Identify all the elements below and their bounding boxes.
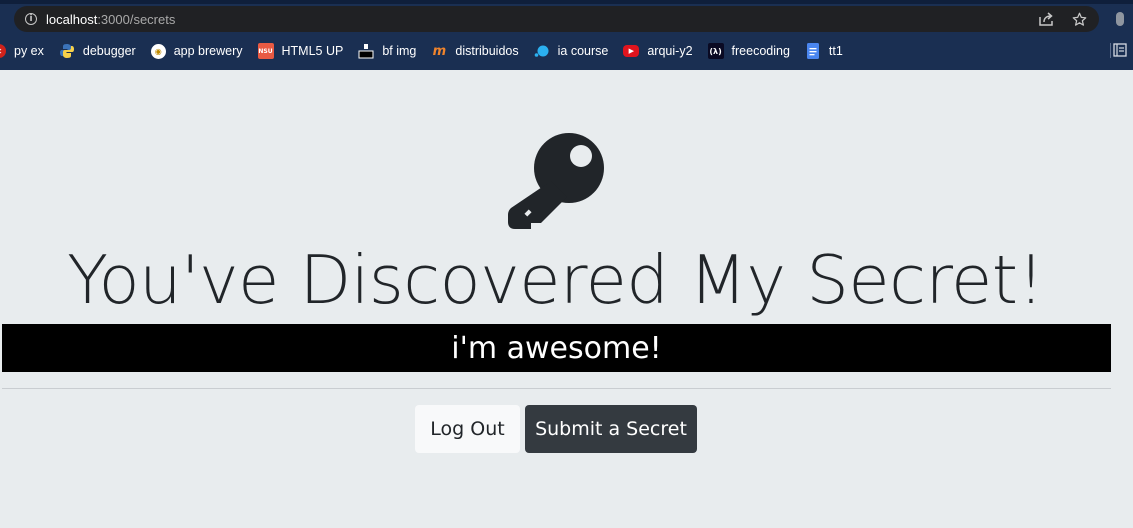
- bookmark-label: tt1: [828, 44, 843, 58]
- bookmark-debugger[interactable]: debugger: [59, 40, 136, 62]
- secret-text: i'm awesome!: [2, 324, 1111, 372]
- docs-icon: [805, 43, 821, 59]
- bookmark-distribuidos[interactable]: m distribuidos: [431, 40, 519, 62]
- bookmark-arqui-y2[interactable]: ▶ arqui-y2: [623, 40, 693, 62]
- bookmark-label: app brewery: [173, 44, 243, 58]
- bookmark-py-ex[interactable]: ✕ py ex: [0, 40, 44, 62]
- bookmarks-bar: ✕ py ex debugger ◉ app brewery NSU HTML5…: [0, 40, 1133, 62]
- freecodecamp-icon: (λ): [707, 43, 724, 59]
- submit-secret-button[interactable]: Submit a Secret: [525, 405, 697, 453]
- dots-icon: [534, 43, 550, 59]
- logout-button[interactable]: Log Out: [415, 405, 520, 453]
- bf-img-icon: [358, 43, 374, 59]
- url-host: localhost: [46, 11, 98, 27]
- reading-list-icon[interactable]: [1113, 43, 1127, 57]
- html5up-icon: NSU: [257, 43, 274, 59]
- page-content: You've Discovered My Secret! i'm awesome…: [0, 70, 1133, 528]
- bookmark-label: HTML5 UP: [281, 44, 344, 58]
- tab-strip-edge: [0, 0, 1133, 4]
- bookmark-label: freecoding: [731, 44, 790, 58]
- share-icon[interactable]: [1038, 11, 1054, 27]
- bookmark-label: py ex: [14, 44, 44, 58]
- bookmark-freecoding[interactable]: (λ) freecoding: [707, 40, 790, 62]
- bookmark-label: ia course: [557, 44, 609, 58]
- page-title: You've Discovered My Secret!: [67, 241, 1044, 319]
- bookmark-app-brewery[interactable]: ◉ app brewery: [150, 40, 243, 62]
- bookmark-label: debugger: [82, 44, 136, 58]
- address-bar-actions: [1038, 6, 1087, 32]
- browser-chrome: i localhost:3000/secrets ✕ py ex: [0, 0, 1133, 70]
- key-icon: [508, 133, 604, 229]
- bookmark-star-icon[interactable]: [1072, 12, 1087, 27]
- app-brewery-icon: ◉: [150, 43, 166, 59]
- youtube-icon: ▶: [623, 45, 640, 57]
- bookmark-label: distribuidos: [455, 44, 519, 58]
- bookmark-bf-img[interactable]: bf img: [358, 40, 416, 62]
- moodle-icon: m: [432, 43, 447, 59]
- bookmark-tt1[interactable]: tt1: [805, 40, 843, 62]
- bookmark-label: bf img: [382, 44, 417, 58]
- address-bar[interactable]: i localhost:3000/secrets: [14, 6, 1099, 32]
- red-x-icon: ✕: [0, 44, 6, 58]
- bookmark-html5-up[interactable]: NSU HTML5 UP: [257, 40, 344, 62]
- site-info-icon[interactable]: i: [25, 13, 37, 25]
- url-path: :3000/secrets: [97, 11, 176, 27]
- bookmarks-separator: [1110, 43, 1111, 58]
- divider: [2, 388, 1111, 389]
- python-icon: [59, 43, 75, 59]
- bookmark-label: arqui-y2: [647, 44, 693, 58]
- bookmark-ia-course[interactable]: ia course: [534, 40, 609, 62]
- profile-avatar-icon[interactable]: [1116, 12, 1124, 26]
